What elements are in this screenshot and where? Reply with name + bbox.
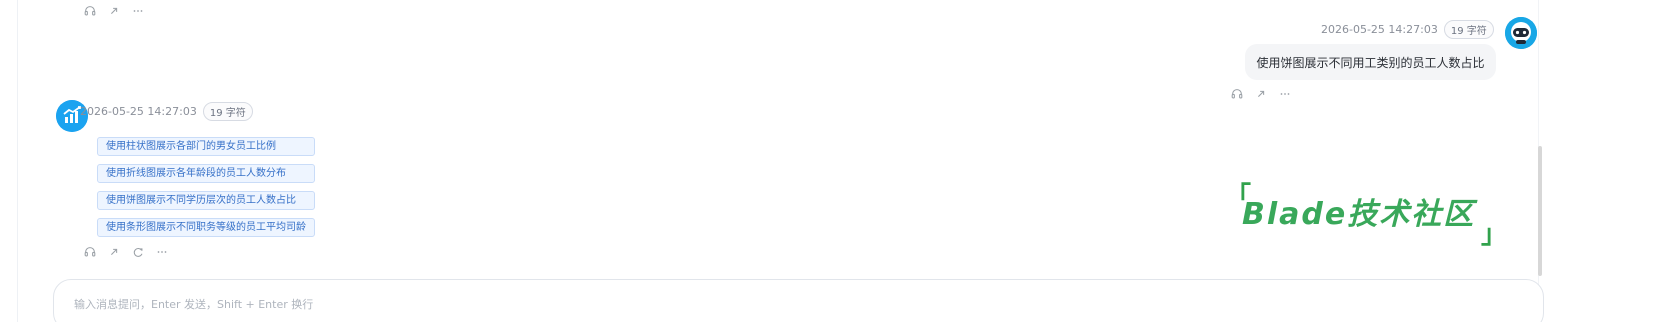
chat-panel: 2026-05-25 14:27:03 19 字符 使用饼图展示不同用工类别的员…: [17, 0, 1544, 322]
share-icon[interactable]: [1254, 87, 1268, 101]
top-message-actions: [83, 3, 145, 19]
suggestion-chip[interactable]: 使用折线图展示各年龄段的员工人数分布: [97, 164, 315, 183]
suggestion-chip[interactable]: 使用条形图展示不同职务等级的员工平均司龄: [97, 218, 315, 237]
chat-screen: 2026-05-25 14:27:03 19 字符 使用饼图展示不同用工类别的员…: [0, 0, 1672, 322]
watermark-right-bracket: 」: [1480, 220, 1507, 250]
assistant-message-timestamp: 2026-05-25 14:27:03: [80, 105, 197, 118]
share-icon[interactable]: [107, 245, 121, 259]
user-message-actions: [1230, 86, 1292, 102]
scrollbar-thumb[interactable]: [1538, 146, 1542, 276]
watermark-text: Blade技术社区: [1242, 197, 1476, 232]
refresh-icon[interactable]: [131, 245, 145, 259]
assistant-message-actions: [83, 244, 169, 260]
assistant-message-meta: 2026-05-25 14:27:03 19 字符: [80, 102, 253, 121]
user-message-timestamp: 2026-05-25 14:27:03: [1321, 23, 1438, 36]
more-icon[interactable]: [131, 4, 145, 18]
user-message-bubble: 使用饼图展示不同用工类别的员工人数占比: [1245, 44, 1496, 80]
headphones-icon[interactable]: [83, 245, 97, 259]
community-watermark: 「 Blade技术社区 」: [1225, 184, 1507, 248]
share-icon[interactable]: [107, 4, 121, 18]
headphones-icon[interactable]: [83, 4, 97, 18]
suggestion-chip[interactable]: 使用柱状图展示各部门的男女员工比例: [97, 137, 315, 156]
robot-avatar-icon: [1506, 18, 1536, 48]
assistant-character-count-badge: 19 字符: [202, 102, 253, 121]
suggestion-list: 使用柱状图展示各部门的男女员工比例 使用折线图展示各年龄段的员工人数分布 使用饼…: [97, 137, 315, 237]
more-icon[interactable]: [1278, 87, 1292, 101]
more-icon[interactable]: [155, 245, 169, 259]
message-input[interactable]: [72, 294, 576, 314]
user-avatar: [1505, 17, 1537, 49]
user-message-text: 使用饼图展示不同用工类别的员工人数占比: [1256, 55, 1485, 70]
vertical-scrollbar[interactable]: [1536, 0, 1544, 322]
user-message-meta: 2026-05-25 14:27:03 19 字符: [1321, 20, 1494, 39]
message-input-container: [53, 279, 1544, 322]
headphones-icon[interactable]: [1230, 87, 1244, 101]
user-character-count-badge: 19 字符: [1443, 20, 1494, 39]
suggestion-chip[interactable]: 使用饼图展示不同学历层次的员工人数占比: [97, 191, 315, 210]
